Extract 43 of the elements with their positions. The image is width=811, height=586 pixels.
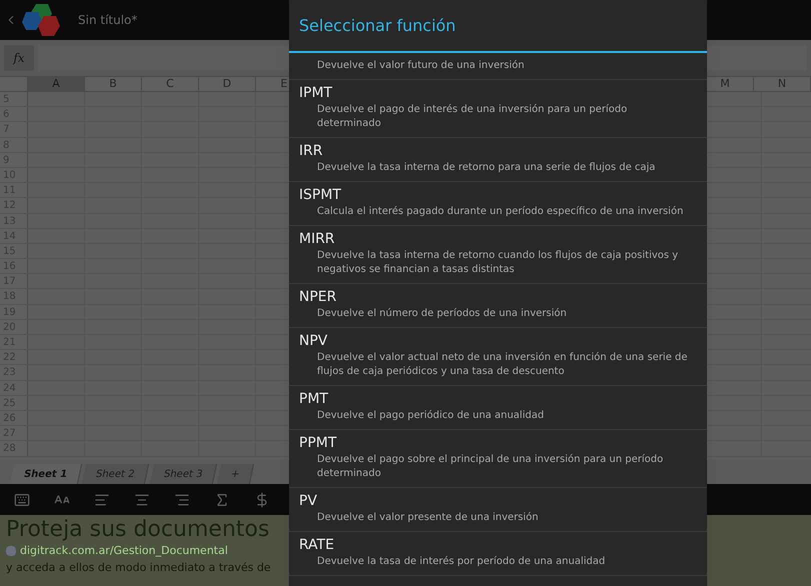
- dialog-title: Seleccionar función: [299, 14, 456, 36]
- function-name: PMT: [299, 390, 330, 409]
- keyboard-icon[interactable]: [14, 492, 30, 508]
- function-item[interactable]: NPER Devuelve el número de períodos de una inversión: [289, 284, 707, 328]
- document-title: Sin título*: [78, 12, 138, 29]
- function-item[interactable]: IRR Devuelve la tasa interna de retorno para una serie de flujos de caja: [289, 138, 707, 182]
- function-item[interactable]: RATE Devuelve la tasa de interés por período de una anualidad: [289, 532, 707, 576]
- ad-icon: [6, 546, 16, 556]
- function-name: PPMT: [299, 434, 338, 453]
- function-item[interactable]: PPMT Devuelve el pago sobre el principal de una inversión para un período determinado: [289, 430, 707, 488]
- function-description: Devuelve la tasa de interés por período de una anualidad: [316, 555, 606, 569]
- function-name: PV: [299, 492, 318, 511]
- function-description: Devuelve la tasa interna de retorno para una serie de flujos de caja: [316, 161, 656, 175]
- function-description: Devuelve el valor futuro de una inversión: [316, 59, 526, 73]
- ad-text: y acceda a ellos de modo inmediato a través de: [6, 560, 271, 576]
- function-description: Devuelve el pago sobre el principal de una inversión para un período determinado: [316, 453, 664, 481]
- function-item[interactable]: PMT Devuelve el pago periódico de una anualidad: [289, 386, 707, 430]
- function-item[interactable]: Devuelve el valor futuro de una inversión: [289, 53, 707, 80]
- function-description: Devuelve el valor actual neto de una inversión en función de una serie de flujos de caja periódicos y una tasa de descuento: [316, 351, 688, 379]
- function-item[interactable]: IPMT Devuelve el pago de interés de una inversión para un período determinado: [289, 80, 707, 138]
- function-description: Devuelve el valor presente de una inversión: [316, 511, 540, 525]
- sheet-tab[interactable]: +: [216, 464, 255, 484]
- function-item[interactable]: PV Devuelve el valor presente de una inversión: [289, 488, 707, 532]
- function-description: Devuelve el número de períodos de una inversión: [316, 307, 568, 321]
- ad-link[interactable]: digitrack.com.ar/Gestion_Documental: [20, 543, 228, 560]
- align-center-icon[interactable]: [134, 492, 150, 508]
- align-left-icon[interactable]: [94, 492, 110, 508]
- function-button[interactable]: fx: [4, 45, 34, 71]
- align-right-icon[interactable]: [174, 492, 190, 508]
- function-name: MIRR: [299, 230, 336, 249]
- function-item[interactable]: MIRR Devuelve la tasa interna de retorno cuando los flujos de caja positivos y negativos se financian a tasas distintas: [289, 226, 707, 284]
- function-name: RATE: [299, 536, 336, 555]
- function-name: NPV: [299, 332, 328, 351]
- sheet-tab[interactable]: Sheet 1: [10, 464, 82, 484]
- function-item[interactable]: ISPMT Calcula el interés pagado durante un período específico de una inversión: [289, 182, 707, 226]
- function-name: NPER: [299, 288, 338, 307]
- function-item[interactable]: NPV Devuelve el valor actual neto de una inversión en función de una serie de flujos de caja periódicos y una tasa de descuento: [289, 328, 707, 386]
- function-name: ISPMT: [299, 186, 342, 205]
- function-description: Devuelve la tasa interna de retorno cuando los flujos de caja positivos y negativos se financian a tasas distintas: [316, 249, 680, 277]
- function-description: Devuelve el pago de interés de una inversión para un período determinado: [316, 103, 628, 131]
- function-name: IRR: [299, 142, 324, 161]
- function-description: Devuelve el pago periódico de una anualidad: [316, 409, 545, 423]
- function-description: Calcula el interés pagado durante un período específico de una inversión: [316, 205, 684, 219]
